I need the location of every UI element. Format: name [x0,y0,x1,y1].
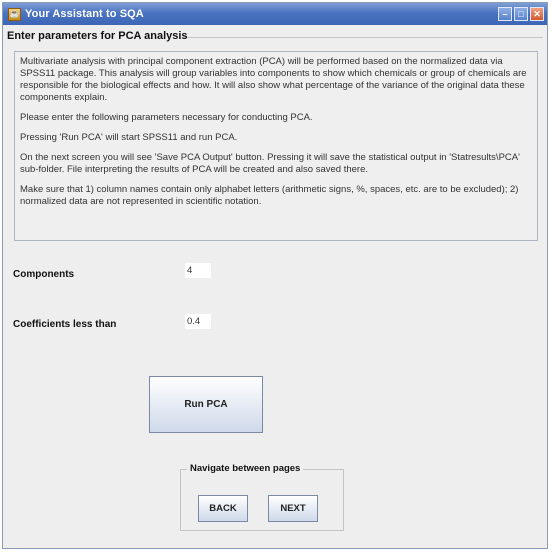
description-paragraph: Please enter the following parameters ne… [20,112,313,123]
window-controls: – □ ✕ [498,7,544,21]
window-title: Your Assistant to SQA [25,8,144,20]
next-button[interactable]: NEXT [268,495,318,522]
maximize-icon[interactable]: □ [514,7,528,21]
description-paragraph: Multivariate analysis with principal com… [20,56,527,103]
close-icon[interactable]: ✕ [530,7,544,21]
panel-title: Enter parameters for PCA analysis [7,30,188,42]
description-paragraph: On the next screen you will see 'Save PC… [20,152,520,175]
components-input[interactable] [185,263,211,278]
coefficients-label: Coefficients less than [13,319,117,330]
back-button[interactable]: BACK [198,495,248,522]
java-coffee-icon: ☕ [8,7,21,21]
coefficients-input[interactable] [185,314,211,329]
components-label: Components [13,269,75,280]
description-paragraph: Make sure that 1) column names contain o… [20,184,519,207]
run-pca-button[interactable]: Run PCA [149,376,263,433]
minimize-icon[interactable]: – [498,7,512,21]
description-box: Multivariate analysis with principal com… [14,51,538,241]
title-bar[interactable]: ☕ Your Assistant to SQA – □ ✕ [3,3,547,25]
app-window: ☕ Your Assistant to SQA – □ ✕ Enter para… [2,2,548,549]
navigation-title: Navigate between pages [187,463,304,474]
description-paragraph: Pressing 'Run PCA' will start SPSS11 and… [20,132,238,143]
